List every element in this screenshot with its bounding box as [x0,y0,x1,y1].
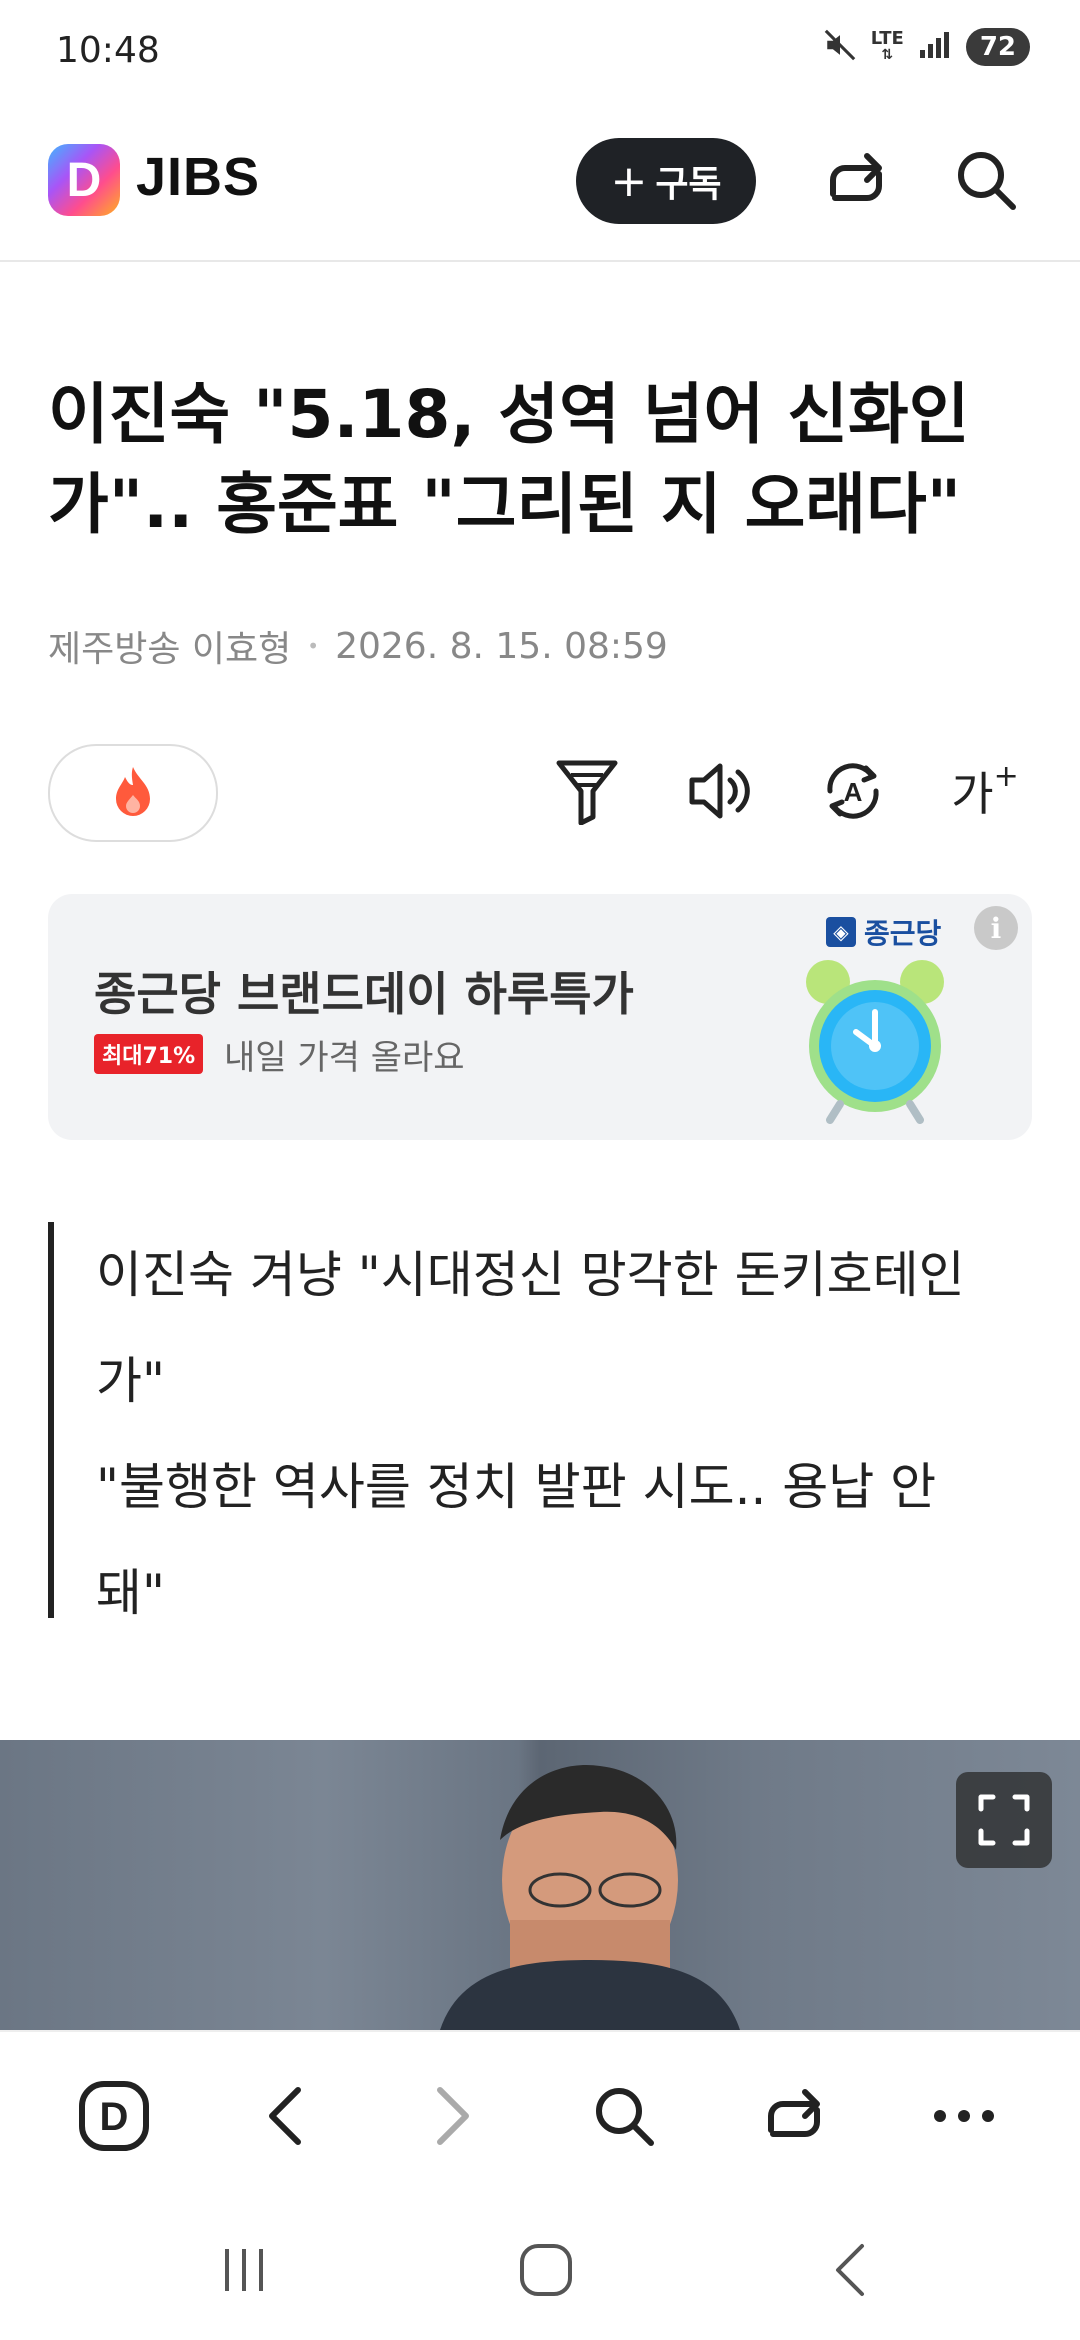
ad-title[interactable]: 종근당 브랜드데이 하루특가 [94,958,634,1024]
speaker-icon[interactable] [676,746,766,836]
summary-line: 이진숙 겨냥 "시대정신 망각한 돈키호테인가" [96,1246,965,1410]
ad-subtitle: 내일 가격 올라요 [224,1038,465,1078]
article-headline: 이진숙 "5.18, 성역 넘어 신화인가".. 홍준표 "그리된 지 오래다" [48,376,970,543]
jibs-logo[interactable]: D [48,144,120,216]
article-byline[interactable]: 제주방송 이효형 [48,620,291,672]
brand-name[interactable]: JIBS [136,146,260,208]
font-size-button[interactable]: 가 + [940,746,1030,836]
plus-icon: + [993,758,1019,794]
font-size-label: 가 [951,767,994,821]
home-icon[interactable] [496,2220,596,2320]
header-divider [0,260,1080,262]
flame-icon [110,765,156,821]
summary-line: "불행한 역사를 정치 발판 시도.. 용납 안 돼" [96,1458,937,1622]
summary-quote-bar [48,1222,54,1618]
ad-info-icon[interactable]: i [974,906,1018,950]
ad-brand: ◈ 종근당 [826,912,941,952]
summary-filter-icon[interactable] [542,746,632,836]
status-icons: LTE ⇅ 72 [823,28,1030,66]
status-time: 10:48 [56,30,160,71]
share-icon[interactable] [816,140,896,220]
article-date: 2026. 8. 15. 08:59 [335,625,668,667]
svg-text:D: D [100,2095,129,2139]
logo-letter: D [66,153,102,207]
brand-mark-icon: ◈ [826,917,856,947]
search-icon[interactable] [574,2066,674,2166]
network-type: LTE [870,28,904,49]
translate-icon[interactable]: A [808,746,898,836]
article-photo[interactable] [0,1740,1080,2030]
reaction-button[interactable] [48,744,218,842]
article-summary: 이진숙 겨냥 "시대정신 망각한 돈키호테인가" "불행한 역사를 정치 발판 … [96,1222,1016,1646]
recent-apps-icon[interactable] [194,2220,294,2320]
article-meta: 제주방송 이효형 • 2026. 8. 15. 08:59 [48,620,668,672]
back-icon[interactable] [234,2066,334,2166]
fullscreen-icon[interactable] [956,1772,1052,1868]
lte-icon: LTE ⇅ [870,28,904,64]
alarm-clock-icon [800,954,950,1128]
signal-icon [918,30,952,64]
forward-icon[interactable] [404,2066,504,2166]
ad-discount-badge: 최대71% [94,1034,204,1074]
daum-home-icon[interactable]: D [64,2066,164,2166]
share-icon[interactable] [744,2066,844,2166]
subscribe-button[interactable]: + 구독 [576,138,756,224]
system-back-icon[interactable] [800,2220,900,2320]
ad-brand-name: 종근당 [864,917,942,950]
subscribe-label: 구독 [655,164,722,205]
plus-icon: + [610,155,648,207]
battery-indicator: 72 [965,28,1030,66]
search-icon[interactable] [946,140,1026,220]
more-icon[interactable] [914,2066,1014,2166]
meta-separator: • [307,634,320,658]
mute-icon [823,28,857,66]
svg-text:A: A [844,777,863,807]
